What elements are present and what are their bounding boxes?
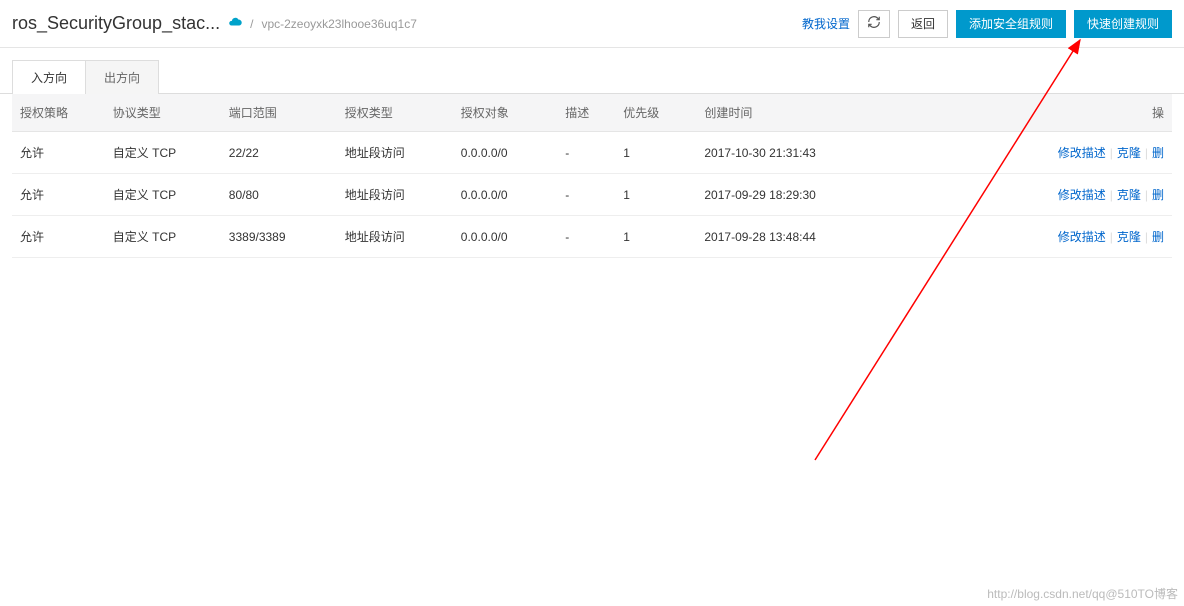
- add-rule-button[interactable]: 添加安全组规则: [956, 10, 1066, 38]
- table-wrap: 授权策略 协议类型 端口范围 授权类型 授权对象 描述 优先级 创建时间 操 允…: [0, 94, 1184, 258]
- cell-protocol: 自定义 TCP: [105, 174, 221, 216]
- table-row: 允许自定义 TCP22/22地址段访问0.0.0.0/0-12017-10-30…: [12, 132, 1172, 174]
- top-bar: ros_SecurityGroup_stac... / vpc-2zeoyxk2…: [0, 0, 1184, 48]
- back-button[interactable]: 返回: [898, 10, 948, 38]
- th-ops: 操: [963, 94, 1172, 132]
- vpc-id: vpc-2zeoyxk23lhooe36uq1c7: [261, 17, 416, 31]
- watermark: http://blog.csdn.net/qq@510TO博客: [987, 585, 1178, 602]
- cell-create_time: 2017-09-28 13:48:44: [696, 216, 963, 258]
- tab-outbound[interactable]: 出方向: [85, 60, 159, 94]
- cell-priority: 1: [615, 174, 696, 216]
- th-auth-type: 授权类型: [337, 94, 453, 132]
- modify-link[interactable]: 修改描述: [1058, 146, 1106, 160]
- vpc-separator: /: [250, 17, 253, 31]
- clone-link[interactable]: 克隆: [1117, 188, 1141, 202]
- op-sep: |: [1145, 146, 1148, 160]
- cell-create_time: 2017-09-29 18:29:30: [696, 174, 963, 216]
- cell-auth_type: 地址段访问: [337, 174, 453, 216]
- delete-link[interactable]: 删: [1152, 188, 1164, 202]
- cell-priority: 1: [615, 132, 696, 174]
- th-port: 端口范围: [221, 94, 337, 132]
- cell-port: 3389/3389: [221, 216, 337, 258]
- th-description: 描述: [557, 94, 615, 132]
- table-header-row: 授权策略 协议类型 端口范围 授权类型 授权对象 描述 优先级 创建时间 操: [12, 94, 1172, 132]
- delete-link[interactable]: 删: [1152, 230, 1164, 244]
- op-sep: |: [1110, 146, 1113, 160]
- cell-description: -: [557, 132, 615, 174]
- page-title: ros_SecurityGroup_stac...: [12, 13, 220, 34]
- cell-policy: 允许: [12, 132, 105, 174]
- cell-auth_type: 地址段访问: [337, 132, 453, 174]
- th-policy: 授权策略: [12, 94, 105, 132]
- th-protocol: 协议类型: [105, 94, 221, 132]
- tabs: 入方向 出方向: [0, 48, 1184, 94]
- refresh-button[interactable]: [858, 10, 890, 38]
- op-sep: |: [1110, 230, 1113, 244]
- cell-policy: 允许: [12, 174, 105, 216]
- refresh-icon: [867, 15, 881, 32]
- cell-description: -: [557, 174, 615, 216]
- button-area: 教我设置 返回 添加安全组规则 快速创建规则: [802, 10, 1172, 38]
- th-auth-object: 授权对象: [453, 94, 557, 132]
- cell-port: 22/22: [221, 132, 337, 174]
- th-create-time: 创建时间: [696, 94, 963, 132]
- quick-create-button[interactable]: 快速创建规则: [1074, 10, 1172, 38]
- cell-ops: 修改描述 | 克隆 | 删: [963, 174, 1172, 216]
- cell-auth_type: 地址段访问: [337, 216, 453, 258]
- cell-protocol: 自定义 TCP: [105, 132, 221, 174]
- table-row: 允许自定义 TCP3389/3389地址段访问0.0.0.0/0-12017-0…: [12, 216, 1172, 258]
- cell-auth_object: 0.0.0.0/0: [453, 174, 557, 216]
- cell-port: 80/80: [221, 174, 337, 216]
- tutorial-link[interactable]: 教我设置: [802, 15, 850, 32]
- cell-auth_object: 0.0.0.0/0: [453, 132, 557, 174]
- table-row: 允许自定义 TCP80/80地址段访问0.0.0.0/0-12017-09-29…: [12, 174, 1172, 216]
- op-sep: |: [1110, 188, 1113, 202]
- cell-description: -: [557, 216, 615, 258]
- cell-create_time: 2017-10-30 21:31:43: [696, 132, 963, 174]
- modify-link[interactable]: 修改描述: [1058, 188, 1106, 202]
- th-priority: 优先级: [615, 94, 696, 132]
- cell-ops: 修改描述 | 克隆 | 删: [963, 132, 1172, 174]
- cell-ops: 修改描述 | 克隆 | 删: [963, 216, 1172, 258]
- tab-inbound[interactable]: 入方向: [12, 60, 86, 94]
- cell-protocol: 自定义 TCP: [105, 216, 221, 258]
- title-area: ros_SecurityGroup_stac... / vpc-2zeoyxk2…: [12, 13, 802, 34]
- rules-table: 授权策略 协议类型 端口范围 授权类型 授权对象 描述 优先级 创建时间 操 允…: [12, 94, 1172, 258]
- cell-priority: 1: [615, 216, 696, 258]
- clone-link[interactable]: 克隆: [1117, 146, 1141, 160]
- delete-link[interactable]: 删: [1152, 146, 1164, 160]
- cloud-icon: [228, 15, 242, 32]
- cell-auth_object: 0.0.0.0/0: [453, 216, 557, 258]
- op-sep: |: [1145, 230, 1148, 244]
- modify-link[interactable]: 修改描述: [1058, 230, 1106, 244]
- op-sep: |: [1145, 188, 1148, 202]
- clone-link[interactable]: 克隆: [1117, 230, 1141, 244]
- cell-policy: 允许: [12, 216, 105, 258]
